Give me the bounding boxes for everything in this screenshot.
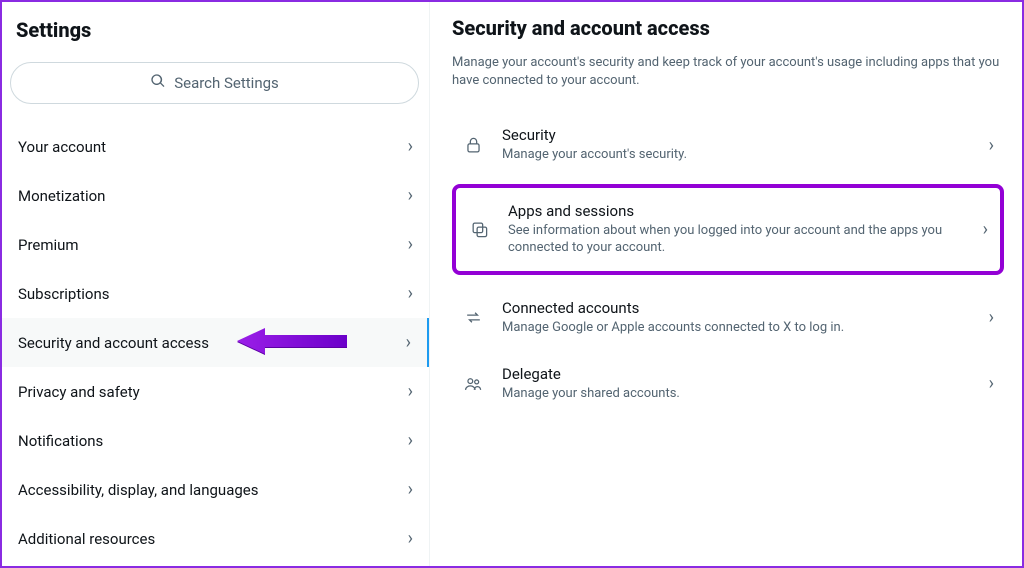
sidebar-item-label: Subscriptions [18, 285, 109, 303]
chevron-right-icon: › [408, 234, 413, 255]
search-icon [150, 73, 166, 93]
main-panel: Security and account access Manage your … [430, 2, 1022, 566]
chevron-right-icon: › [408, 283, 413, 304]
chevron-right-icon: › [989, 135, 994, 156]
sidebar-item-subscriptions[interactable]: Subscriptions › [2, 269, 429, 318]
row-connected-accounts[interactable]: Connected accounts Manage Google or Appl… [452, 285, 1004, 351]
search-input[interactable]: Search Settings [10, 62, 419, 104]
page-subtitle: Manage your account's security and keep … [452, 54, 1004, 112]
row-desc: Manage your account's security. [502, 146, 971, 164]
chevron-right-icon: › [408, 381, 413, 402]
sidebar-item-label: Your account [18, 138, 106, 156]
row-title: Delegate [502, 365, 971, 383]
row-desc: Manage Google or Apple accounts connecte… [502, 319, 971, 337]
row-desc: Manage your shared accounts. [502, 385, 971, 403]
sidebar-item-premium[interactable]: Premium › [2, 220, 429, 269]
chevron-right-icon: › [983, 219, 988, 240]
chevron-right-icon: › [408, 528, 413, 549]
sidebar-item-notifications[interactable]: Notifications › [2, 416, 429, 465]
sidebar-item-label: Premium [18, 236, 79, 254]
sidebar-item-label: Notifications [18, 432, 103, 450]
chevron-right-icon: › [408, 430, 413, 451]
sidebar-item-additional-resources[interactable]: Additional resources › [2, 514, 429, 563]
search-wrap: Search Settings [2, 58, 429, 122]
sidebar-item-label: Accessibility, display, and languages [18, 481, 258, 499]
sidebar-item-label: Security and account access [18, 334, 209, 352]
annotation-arrow-icon [237, 326, 347, 360]
sidebar-item-your-account[interactable]: Your account › [2, 122, 429, 171]
row-title: Connected accounts [502, 299, 971, 317]
apps-icon [468, 220, 490, 239]
chevron-right-icon: › [408, 479, 413, 500]
row-title: Apps and sessions [508, 202, 965, 220]
search-placeholder: Search Settings [174, 74, 279, 92]
chevron-right-icon: › [989, 307, 994, 328]
settings-sidebar: Settings Search Settings Your account › … [2, 2, 430, 566]
lock-icon [462, 136, 484, 155]
people-icon [462, 374, 484, 393]
sidebar-item-privacy[interactable]: Privacy and safety › [2, 367, 429, 416]
chevron-right-icon: › [408, 185, 413, 206]
sidebar-item-accessibility[interactable]: Accessibility, display, and languages › [2, 465, 429, 514]
row-security[interactable]: Security Manage your account's security.… [452, 112, 1004, 178]
sidebar-item-security[interactable]: Security and account access › [2, 318, 429, 367]
settings-title: Settings [2, 12, 429, 58]
chevron-right-icon: › [406, 332, 411, 353]
sidebar-item-monetization[interactable]: Monetization › [2, 171, 429, 220]
page-title: Security and account access [452, 12, 1004, 54]
annotation-highlight-box: Apps and sessions See information about … [452, 184, 1004, 275]
row-delegate[interactable]: Delegate Manage your shared accounts. › [452, 351, 1004, 417]
sidebar-item-label: Additional resources [18, 530, 155, 548]
chevron-right-icon: › [408, 136, 413, 157]
chevron-right-icon: › [989, 373, 994, 394]
sidebar-item-label: Privacy and safety [18, 383, 140, 401]
row-apps-sessions[interactable]: Apps and sessions See information about … [462, 194, 994, 265]
sidebar-item-label: Monetization [18, 187, 105, 205]
row-desc: See information about when you logged in… [508, 222, 965, 257]
swap-icon [462, 308, 484, 327]
row-title: Security [502, 126, 971, 144]
